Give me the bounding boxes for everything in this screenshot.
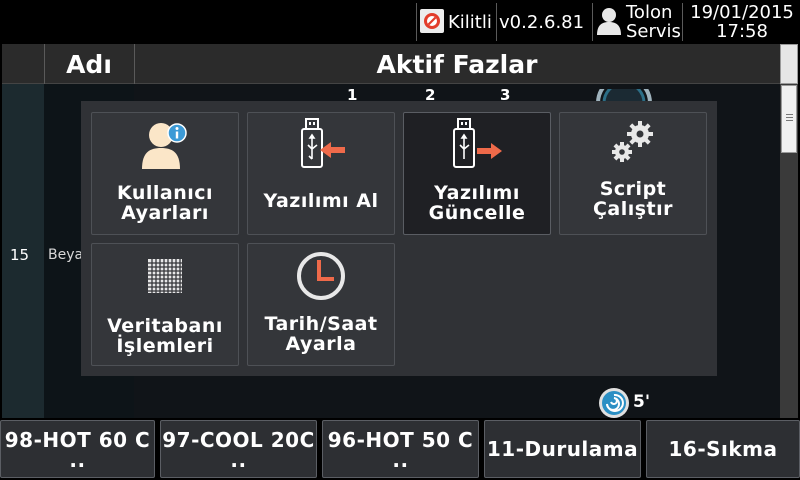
grip-line	[786, 120, 793, 121]
status-divider	[496, 3, 497, 41]
program-button-11[interactable]: 11-Durulama	[484, 420, 641, 478]
tile-label-line2: Güncelle	[428, 202, 526, 224]
program-button-16[interactable]: 16-Sıkma	[646, 420, 800, 478]
scrollbar-thumb[interactable]	[781, 85, 797, 153]
run-script-button[interactable]: Script Çalıştır	[559, 112, 707, 235]
scroll-up-button[interactable]	[780, 44, 798, 84]
user-settings-button[interactable]: Kullanıcı Ayarları	[91, 112, 239, 235]
version-text: v0.2.6.81	[499, 11, 585, 33]
usb-import-icon	[293, 117, 349, 177]
tile-label-line1: Tarih/Saat	[264, 313, 378, 335]
gears-icon	[607, 117, 659, 173]
grip-line	[786, 114, 793, 115]
program-ellipsis: ..	[230, 448, 247, 472]
clock-icon	[295, 250, 347, 306]
user-name: Tolon	[626, 2, 673, 23]
lock-icon[interactable]	[420, 9, 444, 33]
program-button-96[interactable]: 96-HOT 50 C ..	[322, 420, 479, 478]
user-info-icon	[141, 119, 189, 175]
tile-label-line1: Yazılımı	[434, 182, 520, 204]
import-software-button[interactable]: Yazılımı Al	[247, 112, 395, 235]
remaining-time-text: 5'	[633, 392, 651, 412]
settings-menu-dialog: Kullanıcı Ayarları Yazılımı Al Yazılımı …	[81, 101, 717, 376]
status-divider	[682, 3, 683, 41]
wash-cycle-icon	[599, 388, 629, 418]
program-label: 16-Sıkma	[668, 437, 778, 461]
update-software-button[interactable]: Yazılımı Güncelle	[403, 112, 551, 235]
usb-export-icon	[449, 117, 505, 177]
tile-label-line2: Ayarları	[121, 202, 209, 224]
tile-label-line2: İşlemleri	[116, 335, 214, 357]
status-divider	[416, 3, 417, 41]
tile-label-line2: Ayarla	[285, 333, 357, 355]
datetime-settings-button[interactable]: Tarih/Saat Ayarla	[247, 243, 395, 366]
tile-label-line2: Çalıştır	[592, 198, 674, 220]
program-ellipsis: ..	[392, 448, 409, 472]
grip-line	[786, 117, 793, 118]
user-role: Servis	[626, 21, 681, 42]
user-icon[interactable]	[596, 7, 622, 39]
tile-label-line1: Script	[599, 178, 667, 200]
user-info[interactable]: Tolon Servis	[626, 0, 681, 44]
program-ellipsis: ..	[69, 448, 86, 472]
row-number: 15	[10, 246, 30, 264]
database-grid-icon	[147, 258, 183, 298]
lock-status-text[interactable]: Kilitli	[448, 0, 492, 44]
database-operations-button[interactable]: Veritabanı İşlemleri	[91, 243, 239, 366]
status-divider	[592, 3, 593, 41]
tile-label-line1: Kullanıcı	[116, 182, 214, 204]
time-text: 17:58	[716, 21, 768, 42]
tile-label-line1: Veritabanı	[107, 315, 223, 337]
header-active-phases: Aktif Fazlar	[376, 49, 538, 79]
header-name: Adı	[66, 49, 112, 79]
table-header: Adı Aktif Fazlar	[2, 44, 780, 84]
date-text: 19/01/2015	[690, 2, 794, 23]
row-program-name: Beya	[48, 247, 84, 263]
program-label: 11-Durulama	[486, 437, 639, 461]
program-button-97[interactable]: 97-COOL 20C ..	[160, 420, 317, 478]
status-bar: Kilitli v0.2.6.81 Tolon Servis 19/01/201…	[0, 0, 800, 44]
datetime-display: 19/01/2015 17:58	[684, 0, 800, 44]
program-button-98[interactable]: 98-HOT 60 C ..	[0, 420, 155, 478]
tile-label-line1: Yazılımı Al	[263, 190, 379, 212]
